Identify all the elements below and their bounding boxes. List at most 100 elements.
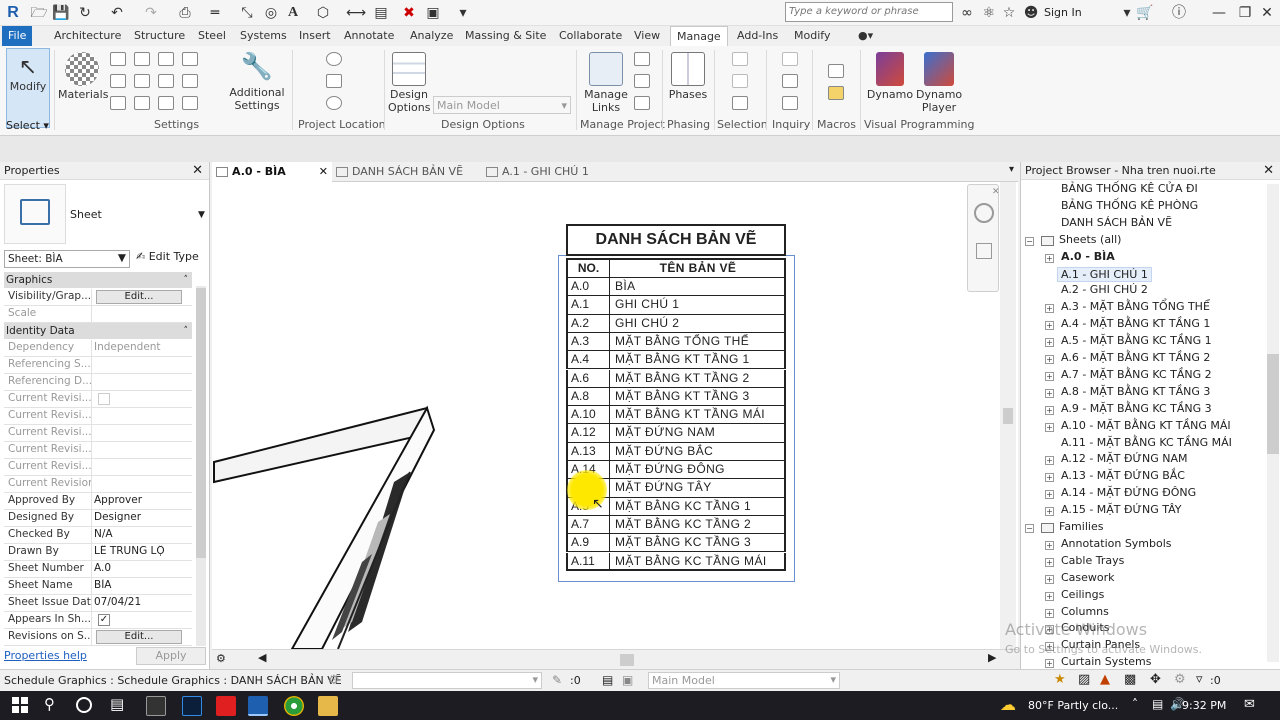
manage-images-icon[interactable]	[634, 96, 650, 110]
minimize-icon[interactable]: —	[1210, 4, 1228, 22]
select-by-id-icon[interactable]	[782, 74, 798, 88]
dimension-icon[interactable]: ⤡	[238, 4, 256, 22]
design-option-select[interactable]: Main Model ▾	[648, 672, 840, 689]
property-value[interactable]: Designer	[94, 511, 190, 523]
browser-item[interactable]: A.10 - MẶT BẰNG KT TẦNG MÁI	[1061, 419, 1231, 432]
zoom-icon[interactable]	[976, 243, 992, 259]
worksharing-icon[interactable]: ⚙	[328, 673, 340, 688]
notifications-icon[interactable]: ✉	[1244, 697, 1255, 712]
tab-manage[interactable]: Manage	[670, 26, 728, 46]
tray-chevron-icon[interactable]: ˄	[1132, 697, 1138, 711]
location-icon[interactable]	[326, 52, 342, 66]
expand-icon[interactable]: +	[1045, 473, 1054, 483]
tab-modify[interactable]: Modify	[788, 26, 836, 46]
favorites-icon[interactable]: ☆	[1000, 4, 1018, 22]
scroll-left-icon[interactable]: ◀	[258, 651, 266, 664]
scrollbar-thumb[interactable]	[620, 654, 634, 666]
browser-item[interactable]: Columns	[1061, 605, 1109, 618]
expand-icon[interactable]: +	[1045, 659, 1054, 669]
expand-icon[interactable]: +	[1045, 557, 1054, 567]
browser-item[interactable]: A.4 - MẶT BẰNG KT TẦNG 1	[1061, 317, 1210, 330]
filter-icon[interactable]: ▿	[1196, 672, 1203, 687]
file-explorer-icon[interactable]	[318, 696, 338, 716]
undo-icon[interactable]: ↶	[108, 4, 126, 22]
property-value[interactable]: A.0	[94, 562, 190, 574]
apply-button[interactable]: Apply	[136, 647, 206, 665]
close-icon[interactable]: ✕	[992, 187, 1000, 197]
browser-item[interactable]: A.7 - MẶT BẰNG KC TẦNG 2	[1061, 368, 1212, 381]
collapse-icon[interactable]: −	[1025, 236, 1034, 246]
collapse-icon[interactable]: −	[1025, 524, 1034, 533]
tabs-dropdown-icon[interactable]: ▾	[1009, 164, 1014, 175]
browser-item[interactable]: Sheets (all)	[1059, 233, 1121, 246]
ids-of-selection-icon[interactable]	[782, 52, 798, 66]
sheet-view-icon[interactable]: ⚙	[216, 652, 226, 665]
load-selection-icon[interactable]	[732, 74, 748, 88]
browser-item[interactable]: BẢNG THỐNG KÊ CỬA ĐI	[1061, 182, 1198, 195]
section-identity[interactable]: Identity Data ˄	[4, 323, 192, 339]
drag-elements-icon[interactable]: ✥	[1150, 672, 1161, 687]
object-styles-icon[interactable]	[110, 52, 126, 66]
browser-item[interactable]: Curtain Systems	[1061, 655, 1152, 668]
expand-icon[interactable]: +	[1045, 338, 1054, 348]
binoculars-icon[interactable]: ∞	[958, 4, 976, 22]
cart-icon[interactable]: 🛒	[1136, 4, 1154, 22]
type-name[interactable]: Sheet	[70, 208, 102, 221]
scroll-right-icon[interactable]: ▶	[988, 651, 996, 664]
manage-links-button[interactable]: Manage Links	[584, 52, 628, 114]
property-value[interactable]: N/A	[94, 528, 190, 540]
print-icon[interactable]: ⎙	[176, 4, 194, 22]
tab-analyze[interactable]: Analyze	[404, 26, 459, 46]
properties-help-link[interactable]: Properties help	[4, 649, 87, 662]
ribbon-options-icon[interactable]: ●▾	[852, 26, 879, 46]
main-model-select[interactable]: Main Model ▾	[433, 96, 571, 114]
expand-icon[interactable]: +	[1045, 253, 1054, 263]
select-dropdown[interactable]: Select ▾	[6, 119, 49, 132]
dynamo-player-button[interactable]: Dynamo Player	[916, 52, 962, 114]
task-view-icon[interactable]: ▤	[110, 695, 124, 713]
tab-insert[interactable]: Insert	[293, 26, 337, 46]
app-icon[interactable]	[146, 696, 166, 716]
save-selection-icon[interactable]	[732, 52, 748, 66]
workset-select[interactable]: ▾	[352, 672, 542, 689]
property-value[interactable]: 07/04/21	[94, 596, 190, 608]
shared-parameters-icon[interactable]	[110, 74, 126, 88]
sign-in-link[interactable]: Sign In	[1044, 6, 1082, 19]
section-graphics[interactable]: Graphics ˄	[4, 272, 192, 288]
schedule-graphic[interactable]: DANH SÁCH BẢN VẼ NO. TÊN BẢN VẼ A.0 BÌA A.1 G…	[564, 222, 788, 578]
design-options-button[interactable]: Design Options	[388, 52, 430, 114]
select-links-icon[interactable]: ★	[1054, 672, 1066, 687]
browser-item[interactable]: Families	[1059, 520, 1103, 533]
browser-item[interactable]: A.9 - MẶT BẰNG KC TẦNG 3	[1061, 402, 1212, 415]
select-underlay-icon[interactable]: ▨	[1078, 672, 1090, 687]
browser-item[interactable]: A.14 - MẶT ĐỨNG ĐÔNG	[1061, 486, 1196, 499]
modify-button[interactable]: ↖ Modify	[6, 48, 50, 128]
property-value[interactable]: Approver	[94, 494, 190, 506]
edit-selection-icon[interactable]	[732, 96, 748, 110]
dropdown-icon[interactable]: ▾	[1118, 4, 1136, 22]
canvas-vertical-scrollbar[interactable]	[1000, 182, 1016, 649]
transfer-standards-icon[interactable]	[158, 74, 174, 88]
expand-icon[interactable]: +	[1045, 321, 1054, 331]
expand-icon[interactable]: +	[1045, 405, 1054, 415]
tab-architecture[interactable]: Architecture	[48, 26, 127, 46]
global-parameters-icon[interactable]	[134, 74, 150, 88]
decal-types-icon[interactable]	[634, 74, 650, 88]
project-units-icon[interactable]	[110, 96, 126, 110]
close-icon[interactable]: ✕	[1258, 4, 1276, 22]
browser-item[interactable]: A.12 - MẶT ĐỨNG NAM	[1061, 452, 1187, 465]
position-icon[interactable]	[326, 96, 342, 110]
tab-collaborate[interactable]: Collaborate	[553, 26, 628, 46]
starting-view-icon[interactable]	[634, 52, 650, 66]
expand-icon[interactable]: +	[1045, 507, 1054, 517]
browser-item[interactable]: A.5 - MẶT BẰNG KC TẦNG 1	[1061, 334, 1212, 347]
expand-icon[interactable]: +	[1045, 591, 1054, 601]
coordinates-icon[interactable]	[326, 74, 342, 88]
collapse-icon[interactable]: ˄	[184, 323, 189, 339]
measure-icon[interactable]: ═	[206, 4, 224, 22]
open-icon[interactable]: 🗁	[30, 4, 48, 22]
materials-button[interactable]: Materials	[58, 52, 108, 101]
scrollbar-thumb[interactable]	[196, 288, 206, 558]
edit-type-button[interactable]: ✍ Edit Type	[136, 250, 199, 263]
project-parameters-icon[interactable]	[182, 52, 198, 66]
